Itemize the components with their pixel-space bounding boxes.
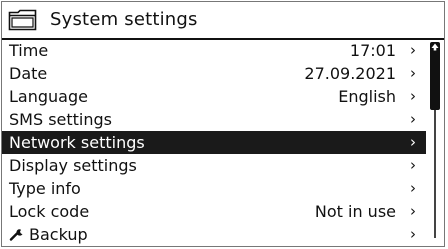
chevron-right-icon: › (410, 64, 416, 82)
chevron-right-icon: › (410, 110, 416, 128)
menu-item-lock-code[interactable]: Lock code Not in use › (2, 200, 426, 223)
menu-item-value: 17:01 (349, 41, 396, 60)
menu-item-sms-settings[interactable]: SMS settings › (2, 108, 426, 131)
menu-item-backup[interactable]: Backup › (2, 223, 426, 246)
settings-menu: Time 17:01 › Date 27.09.2021 › Language … (2, 39, 426, 246)
menu-item-label: Language (9, 87, 88, 106)
folder-icon (8, 9, 37, 31)
chevron-right-icon: › (410, 133, 416, 151)
menu-item-value: Not in use (314, 202, 396, 221)
menu-item-network-settings[interactable]: Network settings › (2, 131, 426, 154)
menu-item-label: Date (9, 64, 48, 83)
menu-item-label: Display settings (9, 156, 137, 175)
menu-item-label: Backup (29, 225, 88, 244)
menu-item-value: 27.09.2021 (304, 64, 396, 83)
chevron-right-icon: › (410, 87, 416, 105)
arrow-up-icon (431, 43, 439, 51)
chevron-right-icon: › (410, 179, 416, 197)
menu-item-value: English (338, 87, 396, 106)
title-bar: System settings (2, 2, 444, 40)
menu-item-time[interactable]: Time 17:01 › (2, 39, 426, 62)
menu-item-type-info[interactable]: Type info › (2, 177, 426, 200)
menu-item-language[interactable]: Language English › (2, 85, 426, 108)
menu-item-label: Lock code (9, 202, 90, 221)
chevron-right-icon: › (410, 156, 416, 174)
wrench-icon (9, 229, 23, 241)
scrollbar-thumb[interactable] (430, 42, 440, 110)
chevron-right-icon: › (410, 41, 416, 59)
menu-item-label-wrap: Backup (9, 223, 88, 246)
menu-item-label: Type info (9, 179, 81, 198)
page-title: System settings (50, 9, 198, 30)
scrollbar[interactable] (430, 42, 440, 238)
menu-item-display-settings[interactable]: Display settings › (2, 154, 426, 177)
menu-item-label: Time (9, 41, 49, 60)
menu-item-label: SMS settings (9, 110, 113, 129)
system-settings-screen: System settings Time 17:01 › Date 27.09.… (1, 1, 445, 247)
chevron-right-icon: › (410, 225, 416, 243)
chevron-right-icon: › (410, 202, 416, 220)
menu-item-label: Network settings (9, 133, 145, 152)
menu-item-date[interactable]: Date 27.09.2021 › (2, 62, 426, 85)
